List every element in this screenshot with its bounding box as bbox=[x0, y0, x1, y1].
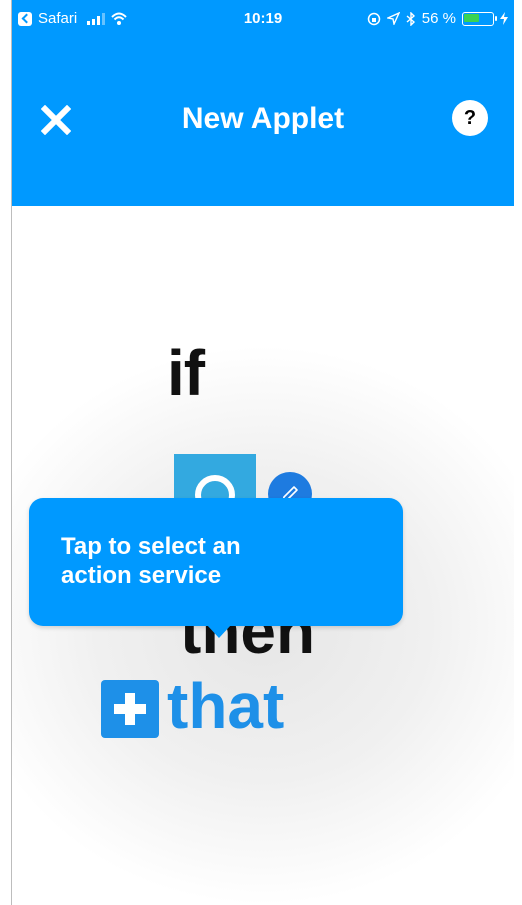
help-button[interactable]: ? bbox=[452, 100, 488, 136]
right-frame-edge bbox=[514, 0, 522, 905]
question-icon: ? bbox=[463, 106, 477, 129]
phone-screen: Safari 10:19 56 % New Applet ? if then T… bbox=[12, 0, 514, 905]
action-service-tooltip[interactable]: Tap to select an action service bbox=[29, 498, 403, 638]
orientation-lock-icon bbox=[367, 12, 381, 25]
battery-icon bbox=[462, 11, 497, 26]
applet-builder: if then Tap to select an action service … bbox=[12, 206, 514, 905]
tooltip-text: Tap to select an action service bbox=[61, 532, 321, 590]
battery-fill bbox=[464, 13, 479, 22]
add-action-button[interactable]: that bbox=[101, 674, 284, 738]
status-right: 56 % bbox=[367, 10, 508, 27]
if-label: if bbox=[167, 337, 205, 409]
tooltip-line-1: Tap to select an bbox=[61, 533, 241, 560]
status-bar: Safari 10:19 56 % bbox=[12, 0, 514, 40]
charging-bolt-icon bbox=[500, 12, 508, 25]
app-header: Safari 10:19 56 % New Applet ? bbox=[12, 0, 514, 206]
page-title: New Applet bbox=[181, 102, 345, 135]
bluetooth-icon bbox=[406, 11, 415, 26]
that-label: that bbox=[167, 670, 285, 742]
tooltip-line-2: action service bbox=[61, 562, 222, 589]
battery-percent: 56 % bbox=[421, 10, 456, 27]
plus-icon bbox=[101, 680, 159, 738]
location-icon bbox=[386, 12, 400, 25]
left-frame-edge bbox=[0, 0, 12, 905]
